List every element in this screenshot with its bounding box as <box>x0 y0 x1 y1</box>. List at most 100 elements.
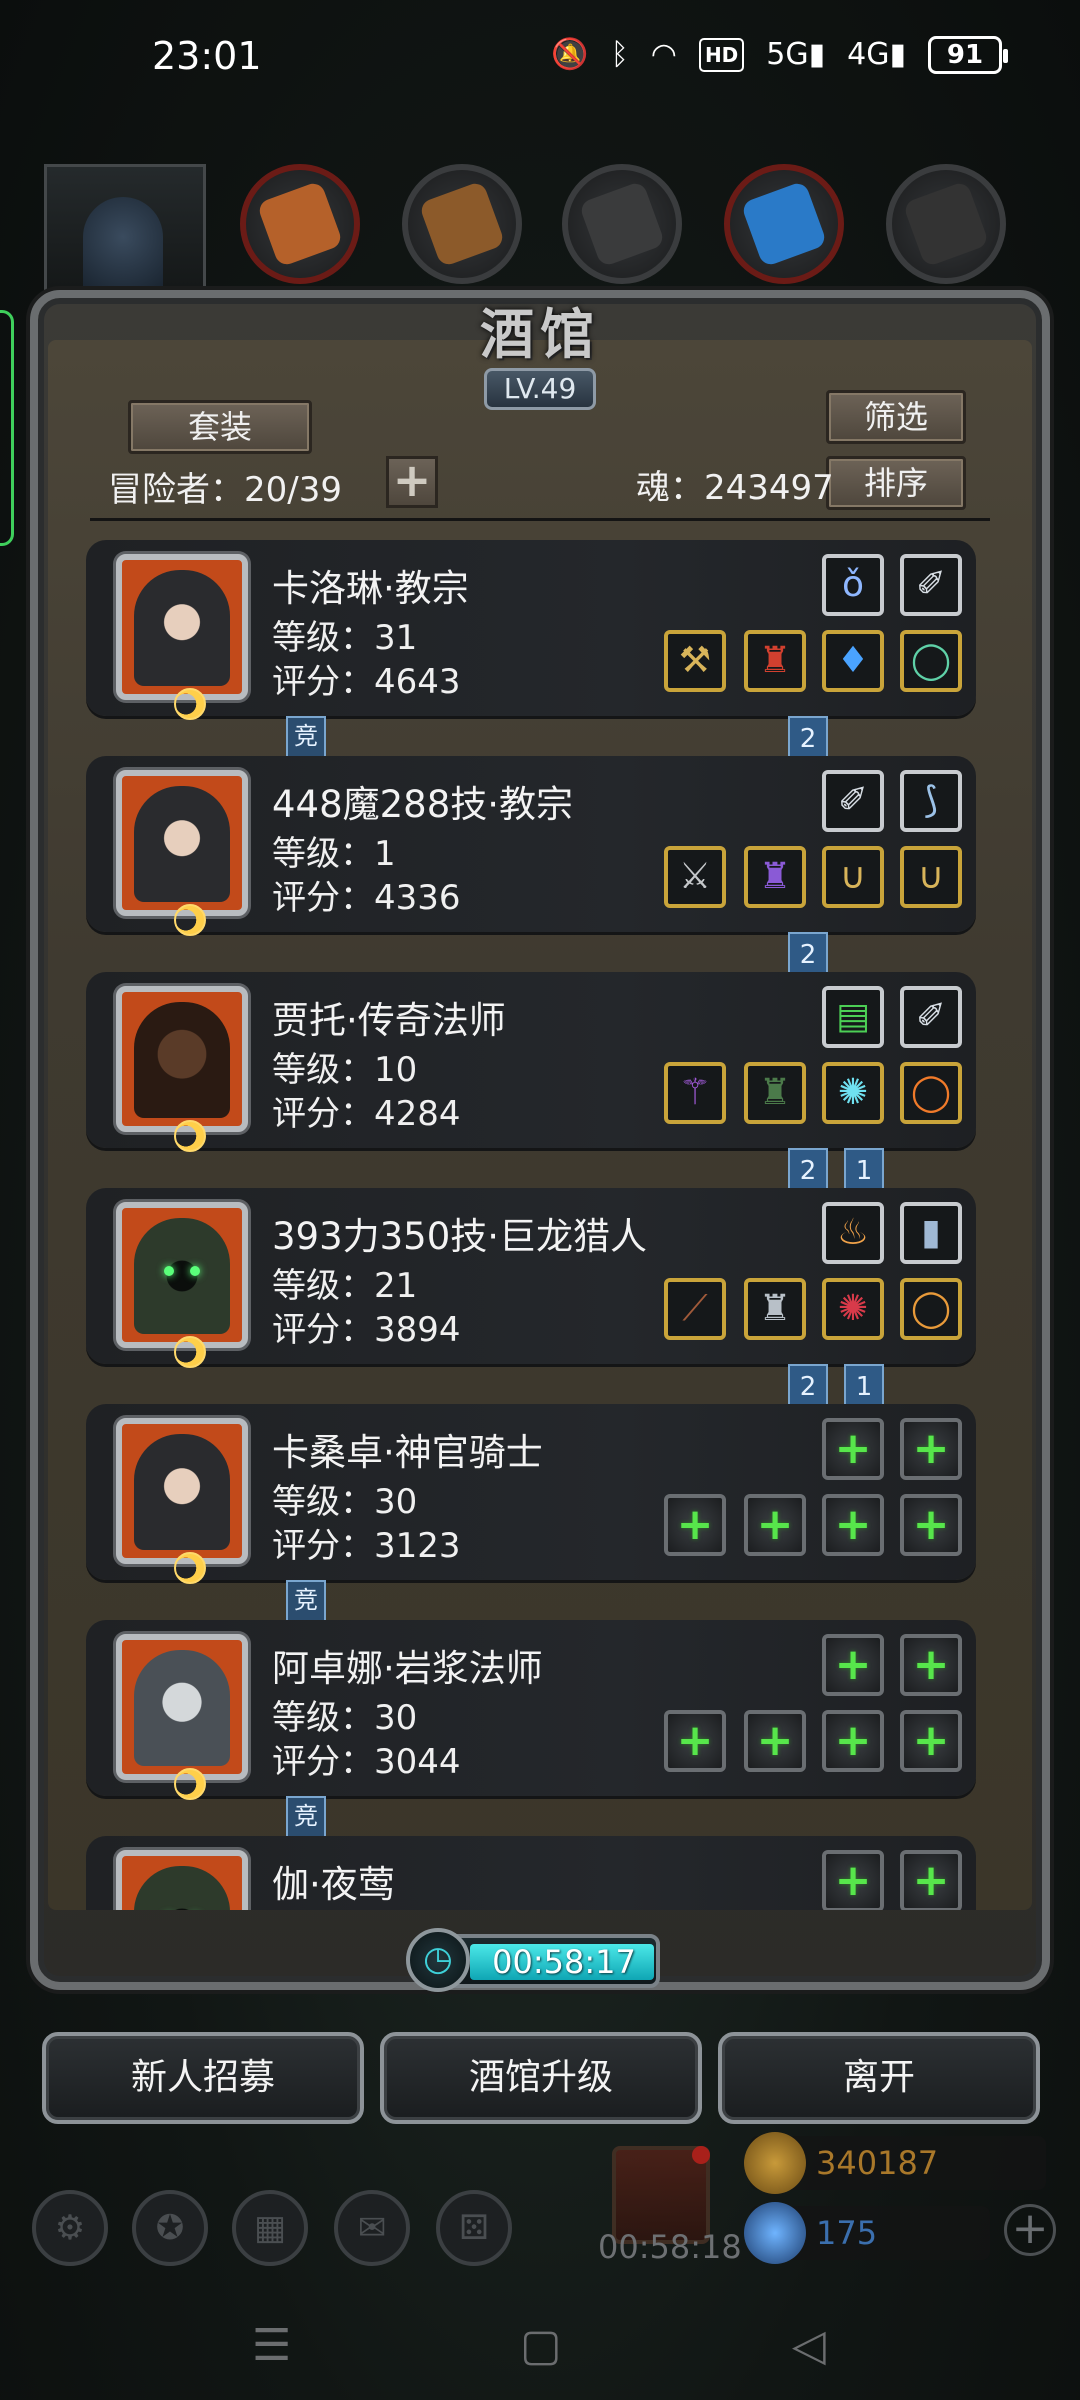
add-slot-icon[interactable]: + <box>900 1494 962 1556</box>
leave-button[interactable]: 离开 <box>718 2032 1040 2124</box>
amulet-icon[interactable]: ♦ <box>822 630 884 692</box>
hero-row[interactable]: 阿卓娜·岩浆法师 等级：30 评分：3044 + + + + + + 竞 <box>86 1620 976 1846</box>
hero-level: 等级：1 <box>272 834 396 874</box>
hero-face-image <box>134 1866 230 1910</box>
moon-icon <box>174 1768 206 1800</box>
mail-icon[interactable]: ✉ <box>334 2190 410 2266</box>
hero-row[interactable]: 贾托·传奇法师 等级：10 评分：4284 ▤ ✐ ⚚ ♜ ✺ ◯ 2 1 <box>86 972 976 1202</box>
adventurer-count: 冒险者：20/39 <box>108 470 342 510</box>
home-icon[interactable]: ▢ <box>520 2320 562 2371</box>
red-armor-icon[interactable]: ♜ <box>744 630 806 692</box>
feather-icon[interactable]: ✐ <box>900 554 962 616</box>
misc-slot-icon[interactable] <box>886 164 1006 284</box>
chain-icon[interactable]: ∪ <box>900 846 962 908</box>
hero-portrait[interactable] <box>116 986 248 1152</box>
hero-row[interactable]: 卡桑卓·神官骑士 等级：30 评分：3123 + + + + + + 竞 <box>86 1404 976 1630</box>
status-bar: 23:01 🔕 ᛒ ◠ HD 5G▮ 4G▮ 91 <box>0 0 1080 120</box>
add-slot-icon[interactable]: + <box>822 1710 884 1772</box>
add-slot-icon[interactable]: + <box>900 1634 962 1696</box>
spear-icon[interactable]: ⟋ <box>664 1278 726 1340</box>
add-slot-icon[interactable]: + <box>744 1710 806 1772</box>
sort-button[interactable]: 排序 <box>826 456 966 510</box>
bow-icon[interactable]: ⟆ <box>900 770 962 832</box>
back-icon[interactable]: ◁ <box>792 2320 826 2371</box>
hero-face-image <box>134 1434 230 1550</box>
ring-icon[interactable]: ◯ <box>900 630 962 692</box>
tome-icon[interactable]: ▮ <box>900 1202 962 1264</box>
moon-icon <box>174 1336 206 1368</box>
add-slot-icon[interactable]: + <box>900 1710 962 1772</box>
hero-row[interactable]: 卡洛琳·教宗 等级：31 评分：4643 ǒ ✐ ⚒ ♜ ♦ ◯ 竞 2 <box>86 540 976 770</box>
axe-icon[interactable]: ⚔ <box>664 846 726 908</box>
hero-portrait[interactable] <box>116 770 248 936</box>
star-icon[interactable]: ✪ <box>132 2190 208 2266</box>
necklace-icon[interactable]: ǒ <box>822 554 884 616</box>
feather-icon[interactable]: ✐ <box>900 986 962 1048</box>
gold-ring-icon[interactable]: ◯ <box>900 1278 962 1340</box>
scroll-slot-icon[interactable] <box>402 164 522 284</box>
purple-armor-icon[interactable]: ♜ <box>744 846 806 908</box>
moon-icon <box>174 1120 206 1152</box>
hero-list[interactable]: 卡洛琳·教宗 等级：31 评分：4643 ǒ ✐ ⚒ ♜ ♦ ◯ 竞 2 448魔288技·教宗 等级：… <box>86 530 986 1910</box>
staff-icon[interactable]: ⚚ <box>664 1062 726 1124</box>
settings-icon[interactable]: ⚙ <box>32 2190 108 2266</box>
filter-button[interactable]: 筛选 <box>826 390 966 444</box>
feather-icon[interactable]: ✐ <box>822 770 884 832</box>
add-slot-icon[interactable]: + <box>664 1494 726 1556</box>
menu-icon[interactable]: ☰ <box>252 2320 291 2371</box>
add-gems-button[interactable]: + <box>1004 2204 1056 2256</box>
hero-face-image <box>134 1650 230 1766</box>
mute-icon: 🔕 <box>551 37 589 72</box>
add-slot-icon[interactable]: + <box>900 1418 962 1480</box>
green-book-icon[interactable]: ▤ <box>822 986 884 1048</box>
armor-slot-icon[interactable] <box>240 164 360 284</box>
hero-score: 评分：3894 <box>272 1310 461 1350</box>
side-tab[interactable] <box>0 310 14 546</box>
hero-level: 等级：30 <box>272 1698 418 1738</box>
4g-signal-icon: 4G▮ <box>847 37 906 72</box>
add-slot-icon[interactable]: + <box>664 1710 726 1772</box>
hero-portrait[interactable] <box>116 1850 248 1910</box>
hero-score: 评分：4284 <box>272 1094 461 1134</box>
hd-icon: HD <box>698 38 745 72</box>
clock-icon: ◷ <box>406 1928 470 1992</box>
cyan-amulet-icon[interactable]: ✺ <box>822 1062 884 1124</box>
dice-icon[interactable]: ⚄ <box>436 2190 512 2266</box>
hero-face-image <box>134 1002 230 1118</box>
book-slot-icon[interactable] <box>562 164 682 284</box>
5g-signal-icon: 5G▮ <box>766 37 826 72</box>
fire-ring-icon[interactable]: ◯ <box>900 1062 962 1124</box>
hero-row[interactable]: 448魔288技·教宗 等级：1 评分：4336 ✐ ⟆ ⚔ ♜ ∪ ∪ 2 <box>86 756 976 986</box>
hero-portrait[interactable] <box>116 1418 248 1584</box>
hammer-icon[interactable]: ⚒ <box>664 630 726 692</box>
cloak-icon[interactable]: ♜ <box>744 1062 806 1124</box>
status-time: 23:01 <box>152 34 262 78</box>
tavern-level-badge: LV.49 <box>484 368 596 410</box>
add-slot-icon[interactable]: + <box>822 1850 884 1910</box>
hero-portrait[interactable] <box>116 1634 248 1800</box>
recruit-button[interactable]: 新人招募 <box>42 2032 364 2124</box>
add-slot-icon[interactable]: + <box>900 1850 962 1910</box>
add-slot-icon[interactable]: + <box>744 1494 806 1556</box>
helm-armor-icon[interactable]: ♜ <box>744 1278 806 1340</box>
map-icon[interactable]: ▦ <box>232 2190 308 2266</box>
hero-face-image <box>134 1218 230 1334</box>
hero-portrait[interactable] <box>116 554 248 720</box>
add-slot-icon[interactable]: + <box>822 1494 884 1556</box>
add-slot-button[interactable]: + <box>386 456 438 508</box>
add-slot-icon[interactable]: + <box>822 1634 884 1696</box>
hero-row[interactable]: 393力350技·巨龙猎人 等级：21 评分：3894 ♨ ▮ ⟋ ♜ ✺ ◯ 2 1 <box>86 1188 976 1418</box>
ruby-amulet-icon[interactable]: ✺ <box>822 1278 884 1340</box>
upgrade-tavern-button[interactable]: 酒馆升级 <box>380 2032 702 2124</box>
hero-portrait[interactable] <box>116 1202 248 1368</box>
player-portrait[interactable] <box>44 164 206 304</box>
add-slot-icon[interactable]: + <box>822 1418 884 1480</box>
crystal-slot-icon[interactable] <box>724 164 844 284</box>
gold-resource: 340187 <box>744 2132 1046 2194</box>
hero-score: 评分：3044 <box>272 1742 461 1782</box>
outfit-button[interactable]: 套装 <box>128 400 312 454</box>
chain-icon[interactable]: ∪ <box>822 846 884 908</box>
lantern-icon[interactable]: ♨ <box>822 1202 884 1264</box>
hero-score: 评分：4336 <box>272 878 461 918</box>
hero-row[interactable]: 伽·夜莺 + + <box>86 1836 976 1910</box>
